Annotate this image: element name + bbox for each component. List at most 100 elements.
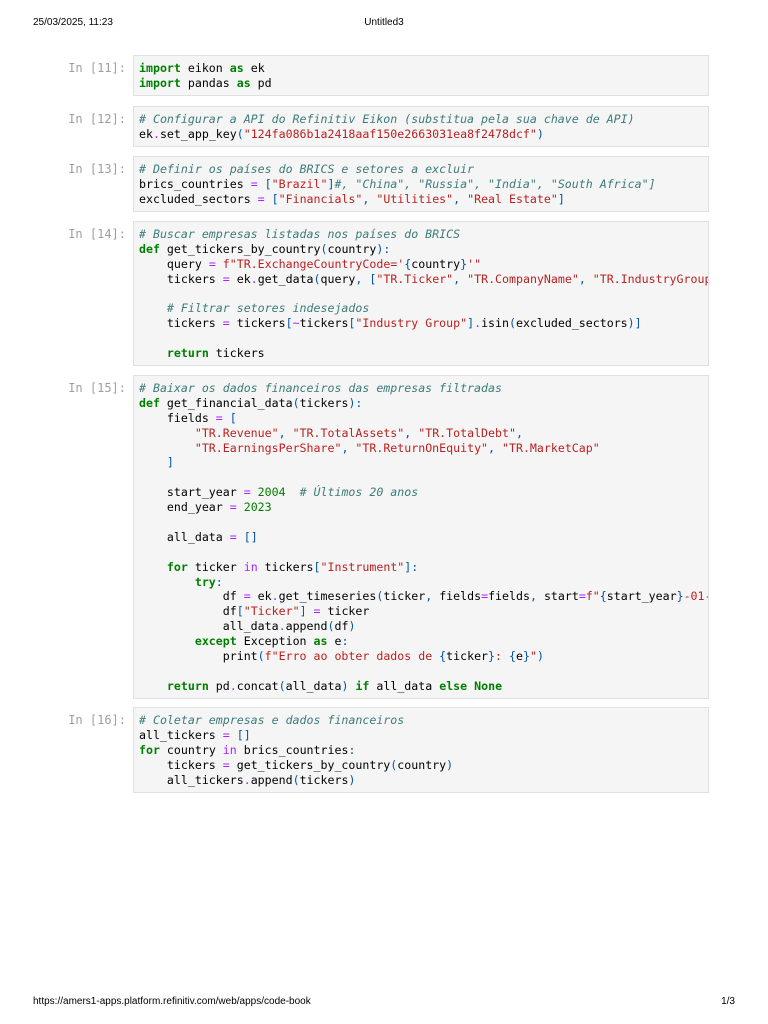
code-token: []	[236, 727, 251, 742]
code-token: ):	[376, 241, 391, 256]
cell-prompt: In [16]:	[68, 713, 126, 727]
code-line: return pd.concat(all_data) if all_data e…	[139, 679, 708, 694]
notebook-title: Untitled3	[364, 17, 404, 28]
code-token: :	[215, 574, 223, 589]
code-token: ,	[578, 271, 593, 286]
page-number: 1/3	[721, 996, 735, 1007]
code-token: country	[327, 241, 377, 256]
code-token: excluded_sectors	[515, 316, 628, 331]
code-token: import	[139, 75, 181, 90]
code-token: )	[348, 619, 356, 634]
code-input-area[interactable]: # Coletar empresas e dados financeiros al…	[133, 707, 709, 793]
code-token: =	[229, 529, 237, 544]
page-url: https://amers1-apps.platform.refinitiv.c…	[33, 996, 311, 1007]
code-line: end_year = 2023	[139, 500, 708, 515]
code-token: [	[264, 176, 272, 191]
code-token: ticker	[446, 649, 489, 664]
code-input-area[interactable]: # Buscar empresas listadas nos países do…	[133, 221, 709, 367]
code-line: # Baixar os dados financeiros das empres…	[139, 381, 708, 396]
code-token: =	[313, 604, 321, 619]
code-token: ,	[278, 425, 293, 440]
code-token: =	[208, 256, 216, 271]
code-token: tickers	[299, 772, 349, 787]
code-token: =	[229, 500, 237, 515]
code-token: eikon	[180, 61, 230, 75]
code-token: tickers	[208, 346, 265, 361]
code-token: # Buscar empresas listadas nos países do…	[139, 227, 461, 241]
code-line: import pandas as pd	[139, 76, 708, 91]
code-token: fields	[439, 589, 482, 604]
code-token: )	[536, 126, 544, 141]
code-token: ,	[404, 425, 419, 440]
code-token: df	[139, 604, 237, 619]
code-token: except	[194, 634, 237, 649]
cell-prompt: In [12]:	[68, 112, 126, 126]
code-token: "TR.IndustryGroup"	[592, 271, 709, 286]
code-token: [	[313, 559, 321, 574]
cell-prompt: In [14]:	[68, 227, 126, 241]
code-token: =	[222, 271, 230, 286]
code-input-area[interactable]: # Configurar a API do Refinitiv Eikon (s…	[133, 106, 709, 147]
code-line: all_data.append(df)	[139, 619, 708, 634]
code-line: def get_financial_data(tickers):	[139, 396, 708, 411]
code-token: , [	[355, 271, 377, 286]
code-token: =	[215, 410, 223, 425]
code-token: all_tickers	[139, 727, 223, 742]
code-token: try	[194, 574, 216, 589]
code-token: 2004	[257, 485, 286, 500]
code-token: f"TR.ExchangeCountryCode='	[222, 256, 405, 271]
code-token: =	[578, 589, 586, 604]
code-token: concat	[236, 678, 279, 693]
code-token: get_financial_data	[159, 395, 293, 410]
code-token: print	[139, 649, 258, 664]
code-token: append	[285, 619, 328, 634]
code-line: # Definir os países do BRICS e setores a…	[139, 162, 708, 177]
code-token: )	[446, 757, 454, 772]
code-token: all_tickers	[139, 772, 244, 787]
code-token: .	[278, 619, 286, 634]
code-token: end_year	[139, 500, 230, 515]
code-token: =	[243, 485, 251, 500]
code-token: :	[341, 634, 349, 649]
code-line: try:	[139, 575, 708, 590]
code-line: ]	[139, 455, 708, 470]
code-token: as	[313, 634, 328, 649]
code-token: (	[257, 649, 265, 664]
code-token: fields	[488, 589, 530, 604]
code-token: import	[139, 61, 181, 75]
code-token: ~	[292, 316, 300, 331]
code-line: all_tickers = []	[139, 728, 708, 743]
code-input-area[interactable]: # Definir os países do BRICS e setores a…	[133, 156, 709, 212]
code-token: country	[397, 757, 447, 772]
code-token: #, "China", "Russia", "India", "South Af…	[334, 176, 656, 191]
code-token: "Brazil"	[271, 176, 328, 191]
code-token: }	[676, 589, 684, 604]
code-token: "TR.Revenue"	[194, 425, 279, 440]
code-token: ,	[488, 440, 502, 455]
code-input-area[interactable]: import eikon as ek import pandas as pd	[133, 55, 709, 96]
code-line: import eikon as ek	[139, 61, 708, 76]
code-token: return	[166, 678, 209, 693]
cell-prompt: In [11]:	[68, 61, 126, 75]
code-line: tickers = get_tickers_by_country(country…	[139, 758, 708, 773]
code-token: df	[139, 589, 244, 604]
code-token: tickers	[257, 559, 314, 574]
code-token: .	[250, 271, 258, 286]
code-token: )]	[627, 316, 642, 331]
code-token: # Configurar a API do Refinitiv Eikon (s…	[139, 112, 635, 126]
code-token: None	[474, 678, 503, 693]
code-line: tickers = ek.get_data(query, ["TR.Ticker…	[139, 272, 708, 287]
code-token: ]	[557, 191, 565, 206]
code-line: for country in brics_countries:	[139, 743, 708, 758]
code-input-area[interactable]: # Baixar os dados financeiros das empres…	[133, 375, 709, 699]
